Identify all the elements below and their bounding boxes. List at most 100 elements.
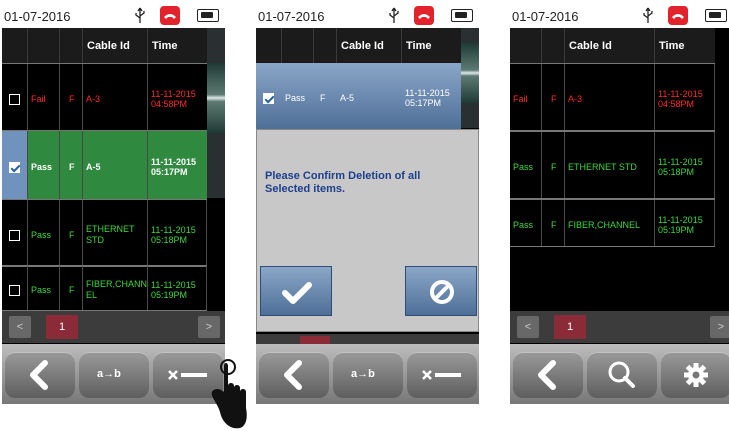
row-checkbox[interactable] — [9, 284, 20, 296]
row-flag: F — [60, 64, 83, 130]
page-number[interactable]: 1 — [46, 315, 78, 339]
col-cable-id: Cable Id — [83, 28, 148, 63]
pager: < 1 > — [510, 311, 729, 343]
row-status: Fail — [28, 64, 60, 130]
usb-icon — [643, 7, 653, 23]
table-row-selected[interactable]: Pass F A-5 11-11-2015 05:17PM — [256, 63, 461, 129]
row-flag: F — [542, 132, 565, 198]
date-label: 01-07-2016 — [258, 9, 325, 24]
search-icon — [608, 361, 635, 388]
battery-icon — [705, 9, 727, 22]
row-date: 11-11-2015 — [151, 280, 196, 290]
scrollbar-thumb[interactable] — [461, 43, 479, 103]
row-time: 05:17PM — [405, 98, 442, 108]
col-cable-id: Cable Id — [337, 28, 402, 63]
row-checkbox-checked[interactable] — [9, 161, 20, 173]
row-time: 05:19PM — [658, 225, 695, 235]
table-row-selected[interactable]: Pass F A-5 11-11-2015 05:17PM — [2, 131, 207, 199]
row-cable-id: A-5 — [83, 131, 148, 199]
col-checkbox — [2, 28, 28, 63]
back-button[interactable] — [513, 352, 583, 398]
col-status — [282, 28, 314, 63]
phone-icon[interactable] — [414, 6, 434, 25]
usb-icon — [135, 7, 145, 23]
table-row[interactable]: Pass F ETHERNET STD 11-11-2015 05:18PM — [2, 199, 207, 267]
table-row[interactable]: Pass F FIBER,CHANNEL 11-11-2015 05:19PM — [510, 199, 715, 247]
confirm-dialog: Please Confirm Deletion of all Selected … — [256, 129, 479, 332]
status-bar: 01-07-2016 — [256, 4, 479, 28]
table-row[interactable]: Pass F FIBER,CHANNEL 11-11-2015 05:19PM — [2, 265, 207, 311]
col-status — [28, 28, 60, 63]
battery-icon — [451, 9, 473, 22]
row-flag: F — [60, 131, 83, 199]
scrollbar-thumb[interactable] — [207, 63, 225, 133]
row-status: Pass — [28, 200, 60, 266]
row-checkbox[interactable] — [9, 229, 20, 241]
date-label: 01-07-2016 — [512, 9, 579, 24]
battery-icon — [197, 9, 219, 22]
table-row[interactable]: Pass F ETHERNET STD 11-11-2015 05:18PM — [510, 131, 715, 199]
row-cable-id: ETHERNET STD — [565, 132, 655, 198]
row-cable-id: FIBER,CHANNEL — [83, 266, 148, 310]
page-number-indicator — [300, 336, 330, 344]
page-next-button[interactable]: > — [198, 316, 220, 338]
phone-icon[interactable] — [160, 6, 180, 25]
settings-button[interactable] — [661, 352, 729, 398]
phone-icon[interactable] — [668, 6, 688, 25]
row-time: 05:18PM — [658, 167, 695, 177]
page-prev-button[interactable]: < — [9, 316, 31, 338]
rename-button[interactable]: a→b — [333, 352, 403, 398]
status-bar: 01-07-2016 — [510, 4, 729, 28]
col-checkbox — [256, 28, 282, 63]
row-status: Pass — [510, 200, 542, 246]
screen-after-delete: 01-07-2016 Cable Id Time Fail F A-3 11-1… — [510, 4, 729, 404]
pager: < 1 > — [2, 311, 225, 343]
page-next-button[interactable]: > — [710, 316, 729, 338]
table-header: Cable Id Time — [256, 28, 461, 63]
row-flag: F — [320, 93, 326, 103]
row-flag: F — [542, 64, 565, 130]
col-time: Time — [406, 40, 432, 52]
back-button[interactable] — [5, 352, 75, 398]
scrollbar[interactable] — [461, 28, 479, 128]
back-icon — [30, 360, 48, 390]
page-prev-button[interactable]: < — [517, 316, 539, 338]
row-date: 11-11-2015 — [151, 157, 197, 167]
row-checkbox-checked[interactable] — [263, 92, 274, 104]
back-icon — [538, 360, 556, 390]
check-icon — [282, 282, 312, 304]
confirm-button[interactable] — [260, 266, 332, 316]
delete-button[interactable] — [407, 352, 477, 398]
delete-icon — [422, 370, 461, 380]
scrollbar[interactable] — [207, 28, 225, 198]
row-status: Fail — [510, 64, 542, 130]
dialog-message: Please Confirm Deletion of all Selected … — [265, 170, 421, 195]
row-date: 11-11-2015 — [658, 157, 703, 167]
table-header: Cable Id Time — [510, 28, 715, 63]
page-number[interactable]: 1 — [554, 315, 586, 339]
rename-icon: a→b — [97, 368, 121, 380]
rename-button[interactable]: a→b — [79, 352, 149, 398]
hand-pointer-icon — [211, 359, 247, 429]
search-button[interactable] — [587, 352, 657, 398]
row-cable-id: FIBER,CHANNEL — [565, 200, 655, 246]
row-date: 11-11-2015 — [658, 215, 703, 225]
col-time: Time — [659, 40, 685, 52]
status-bar: 01-07-2016 — [2, 4, 225, 28]
settings-icon — [684, 363, 708, 387]
toolbar: a→b — [256, 344, 479, 404]
cancel-button[interactable] — [405, 266, 477, 316]
table-row[interactable]: Fail F A-3 11-11-2015 04:58PM — [510, 63, 715, 131]
col-status — [510, 28, 542, 63]
row-checkbox[interactable] — [9, 93, 20, 105]
usb-icon — [389, 7, 399, 23]
row-flag: F — [60, 266, 83, 310]
col-flag — [60, 28, 83, 63]
back-button[interactable] — [259, 352, 329, 398]
row-time: 04:58PM — [658, 99, 695, 109]
row-date: 11-11-2015 — [151, 89, 196, 99]
table-row[interactable]: Fail F A-3 11-11-2015 04:58PM — [2, 63, 207, 131]
row-date: 11-11-2015 — [405, 88, 450, 98]
col-time: Time — [152, 40, 178, 52]
row-flag: F — [542, 200, 565, 246]
